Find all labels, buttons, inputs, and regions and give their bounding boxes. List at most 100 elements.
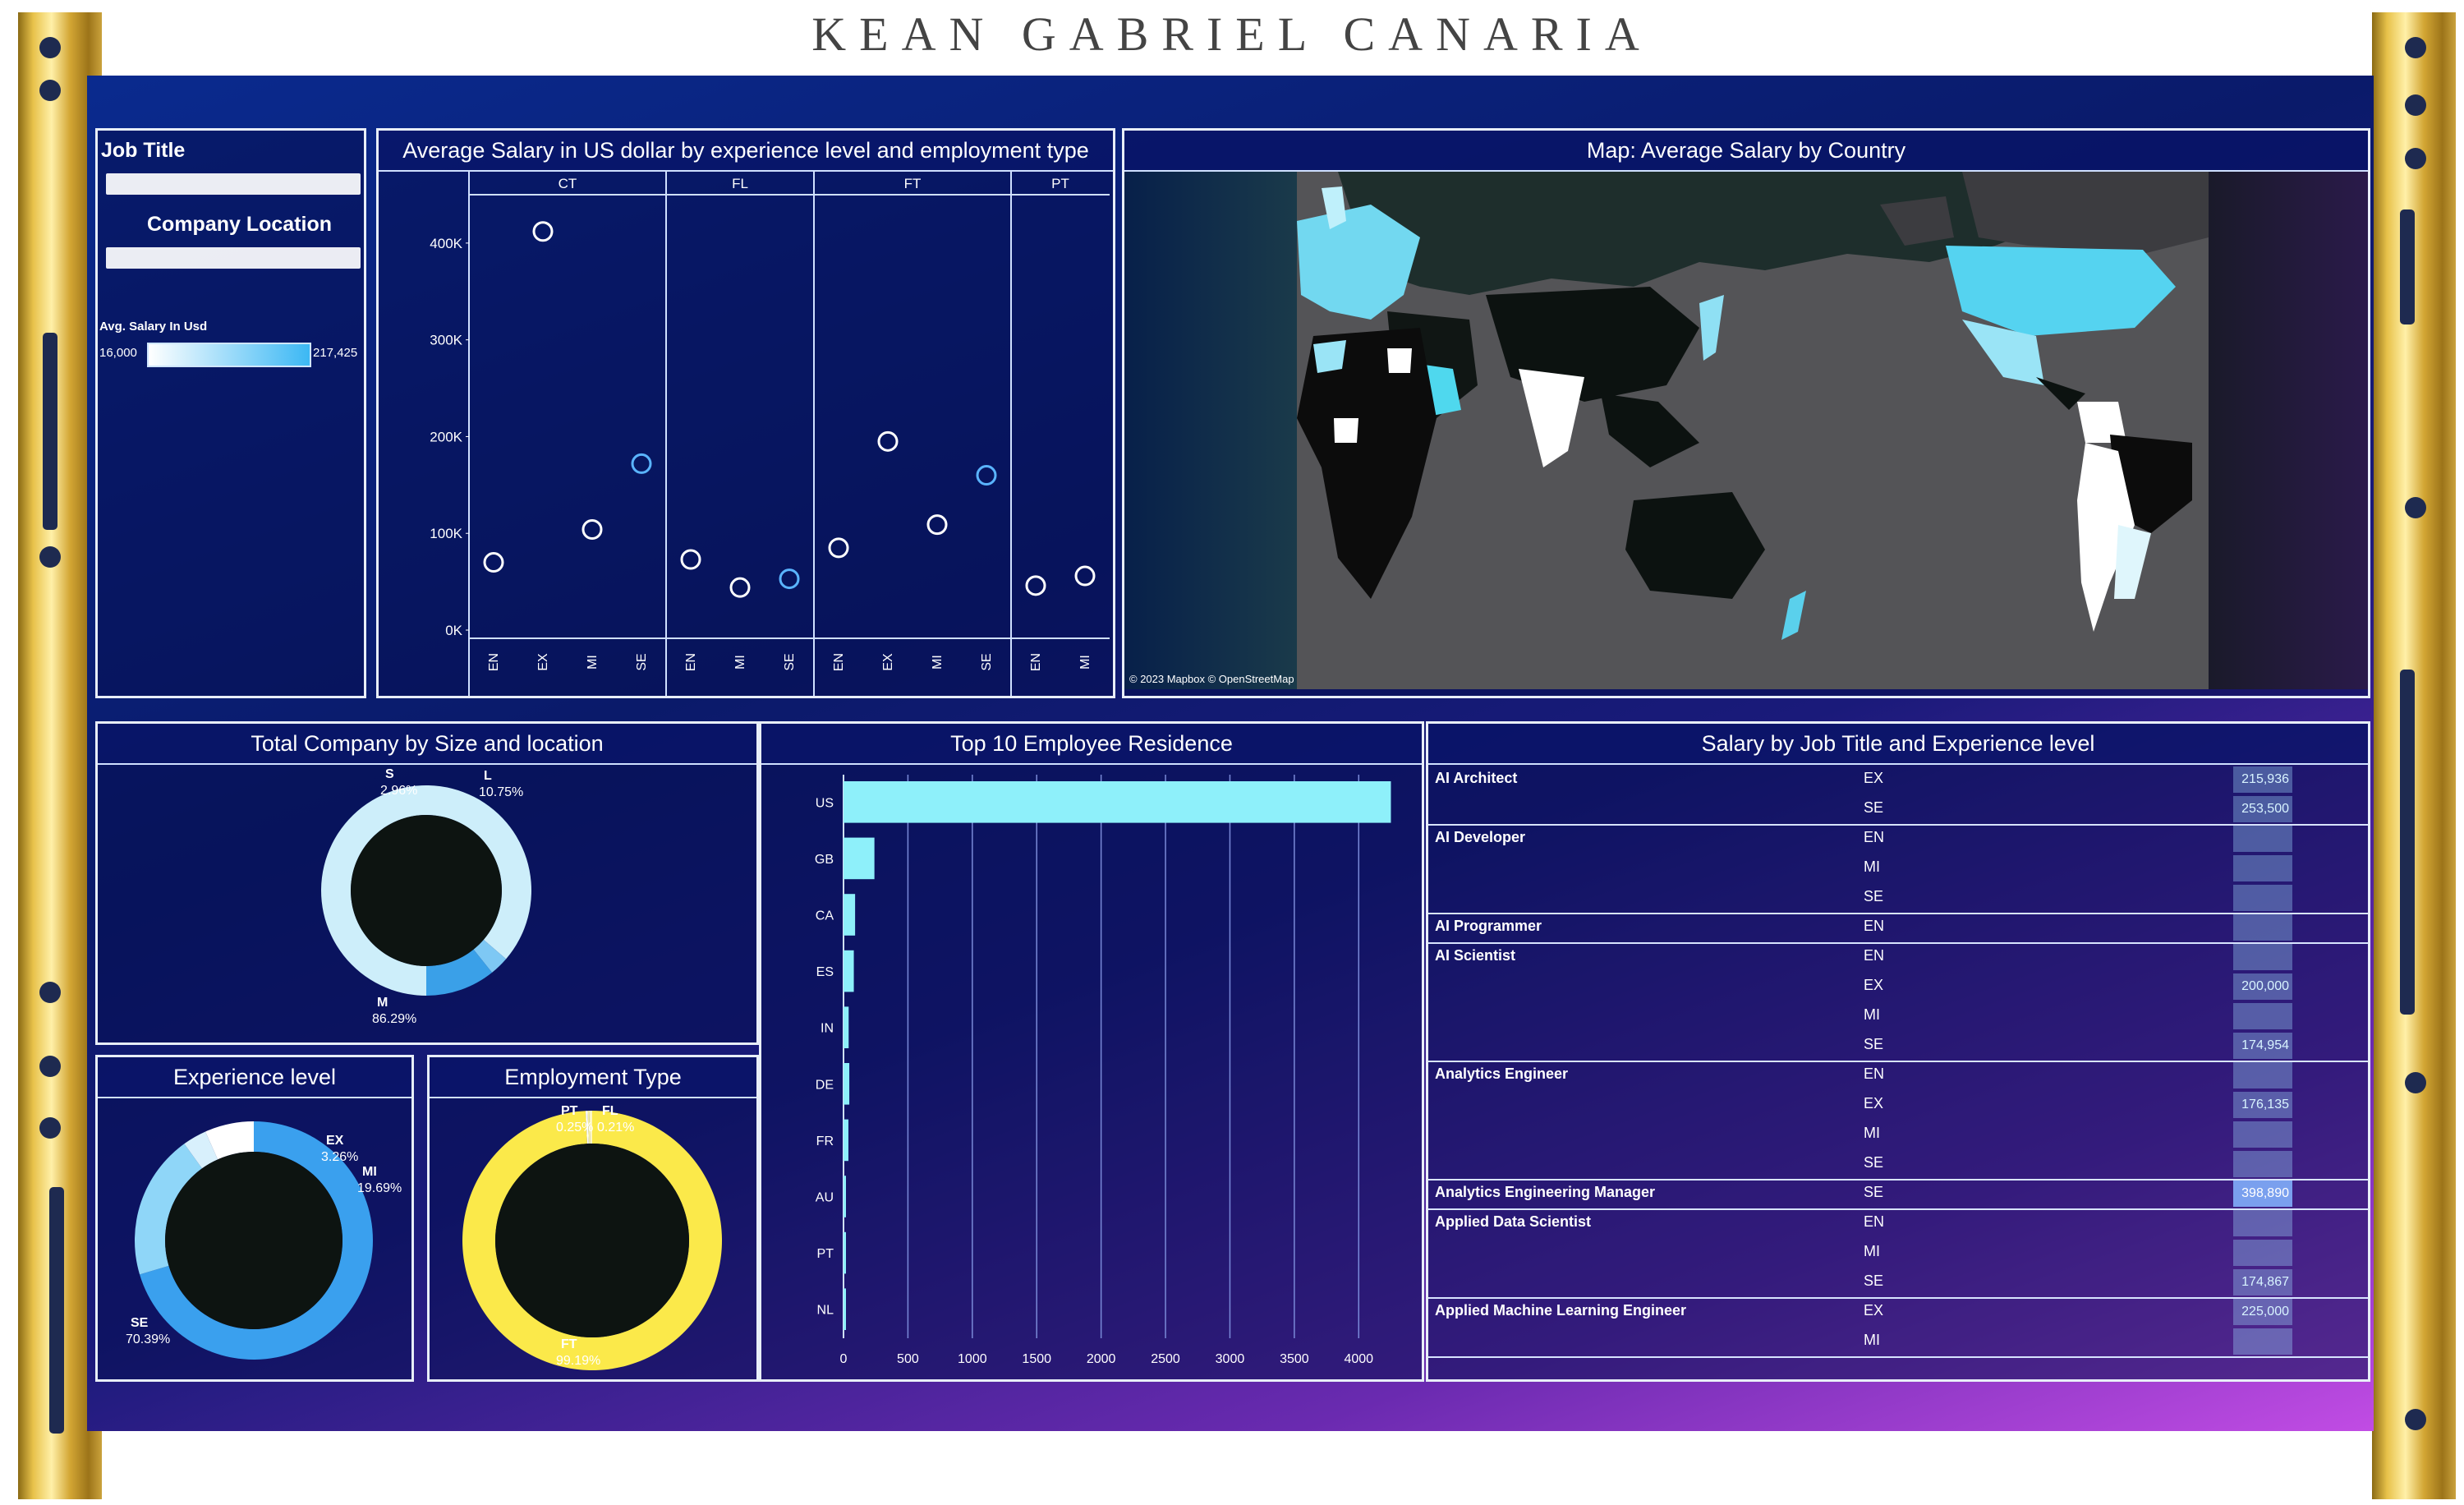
x-tick-label: EX	[536, 653, 550, 671]
experience-level-cell: EX	[1864, 1095, 1884, 1111]
x-tick-label: 0	[840, 1352, 848, 1366]
bar-pt	[844, 1231, 846, 1274]
donut-label-l: L	[484, 769, 492, 783]
employment-panel: Employment Type FT 99.19% PT 0.25% FL 0.21%	[427, 1055, 759, 1382]
x-tick-label: MI	[733, 655, 747, 670]
job-title-label: Job Title	[101, 139, 186, 162]
color-legend-bar	[147, 343, 311, 367]
donut-pct-mi: 19.69%	[357, 1181, 402, 1195]
bar-de	[844, 1063, 850, 1105]
x-tick-label: MI	[931, 655, 945, 670]
employment-donut: FT 99.19% PT 0.25% FL 0.21%	[462, 1104, 722, 1370]
group-label-ct: CT	[559, 176, 577, 191]
category-label: AU	[816, 1191, 834, 1205]
job-title-cell: AI Architect	[1435, 770, 1518, 786]
x-tick-label: EN	[487, 653, 501, 671]
y-tick-label: 400K	[430, 236, 462, 251]
experience-level-cell: SE	[1864, 799, 1884, 816]
dashboard-board: Job Title Company Location Avg. Salary I…	[87, 76, 2374, 1431]
bar-es	[844, 950, 854, 992]
experience-level-cell: EX	[1864, 770, 1884, 786]
x-tick-label: SE	[783, 653, 797, 670]
salary-value-cell	[2233, 1240, 2292, 1266]
salary-value-cell: 253,500	[2233, 796, 2292, 822]
donut-label-fl: FL	[602, 1104, 618, 1118]
scatter-point	[680, 549, 701, 570]
x-tick-label: EN	[684, 653, 698, 671]
scatter-point	[828, 537, 849, 559]
category-label: NL	[817, 1304, 834, 1318]
experience-level-cell: EN	[1864, 829, 1885, 845]
category-label: GB	[815, 853, 834, 867]
x-tick-label: 4000	[1344, 1352, 1373, 1366]
salary-value-cell: 174,867	[2233, 1269, 2292, 1296]
donut-label-mi: MI	[362, 1165, 377, 1179]
category-label: ES	[816, 965, 834, 979]
residence-bar-chart: 0 500 1000 1500 2000 2500 3000 3500 4000 US GB CA ES…	[815, 775, 1391, 1366]
salary-value-cell	[2233, 944, 2292, 970]
donut-pct-ex: 3.26%	[321, 1150, 358, 1164]
company-location-filter[interactable]	[106, 247, 361, 269]
salary-value-cell	[2233, 914, 2292, 941]
world-map[interactable]: © 2023 Mapbox © OpenStreetMap	[1124, 172, 2368, 689]
y-tick-label: 0K	[445, 623, 462, 638]
salary-value-cell: 176,135	[2233, 1092, 2292, 1118]
scatter-point	[582, 519, 603, 541]
scatter-point	[729, 577, 751, 598]
donut-hole	[165, 1152, 342, 1329]
y-tick-label: 100K	[430, 526, 462, 541]
bar-in	[844, 1006, 849, 1048]
experience-level-cell: EN	[1864, 1213, 1885, 1230]
experience-level-cell: MI	[1864, 1332, 1880, 1348]
donut-pct-m: 86.29%	[372, 1012, 416, 1026]
salary-value-cell: 174,954	[2233, 1033, 2292, 1059]
x-tick-label: 1000	[958, 1352, 987, 1366]
legend-min: 16,000	[99, 346, 137, 360]
x-tick-label: 2500	[1151, 1352, 1180, 1366]
experience-level-cell: EN	[1864, 1065, 1885, 1082]
x-tick-label: EN	[832, 653, 846, 671]
x-tick-label: 2000	[1087, 1352, 1116, 1366]
donut-pct-fl: 0.21%	[597, 1121, 634, 1135]
bar-au	[844, 1176, 846, 1217]
donut-label-se: SE	[131, 1316, 149, 1330]
salary-value-cell	[2233, 1121, 2292, 1148]
category-label: DE	[816, 1078, 834, 1092]
salary-value-cell	[2233, 826, 2292, 852]
table-group: AI Scientist EN EX 200,000 MI SE 174,954	[1428, 942, 2368, 1062]
bar-gb	[844, 837, 875, 880]
salary-value-cell	[2233, 885, 2292, 911]
category-label: FR	[816, 1135, 834, 1148]
x-tick-label: 3000	[1216, 1352, 1245, 1366]
map-region-nigeria	[1334, 418, 1358, 443]
salary-value-cell	[2233, 855, 2292, 881]
bar-ca	[844, 894, 856, 936]
table-group: AI Architect EX 215,936 SE 253,500	[1428, 765, 2368, 826]
map-panel: Map: Average Salary by Country © 2023 Ma…	[1122, 128, 2370, 698]
scatter-point	[1025, 575, 1046, 596]
table-group: Analytics Engineering Manager SE 398,890	[1428, 1179, 2368, 1210]
x-tick-label: 3500	[1280, 1352, 1309, 1366]
donut-label-pt: PT	[561, 1104, 578, 1118]
category-label: US	[816, 796, 834, 810]
donut-hole	[495, 1144, 689, 1337]
scatter-point	[877, 430, 899, 452]
scatter-title: Average Salary in US dollar by experienc…	[379, 131, 1113, 172]
job-title-cell: Applied Machine Learning Engineer	[1435, 1302, 1687, 1319]
residence-panel: Top 10 Employee Residence 0 500 1000 1500 20…	[759, 721, 1424, 1382]
scatter-chart: 400K 300K 200K 100K 0K CT EN EX MI SE FL EN MI SE FT EN…	[430, 170, 1110, 696]
job-title-filter[interactable]	[106, 173, 361, 195]
table-group: Analytics Engineer EN EX 176,135 MI SE	[1428, 1061, 2368, 1181]
scatter-point	[483, 552, 504, 573]
table-group: AI Developer EN MI SE	[1428, 824, 2368, 914]
employment-title: Employment Type	[430, 1057, 756, 1098]
x-tick-label: EN	[1029, 653, 1043, 671]
group-label-pt: PT	[1051, 176, 1069, 191]
experience-title: Experience level	[98, 1057, 411, 1098]
donut-label-ex: EX	[326, 1134, 344, 1148]
experience-panel: Experience level SE 70.39% MI 19.69% EX 3.26%	[95, 1055, 414, 1382]
donut-label-ft: FT	[561, 1337, 577, 1351]
bar-fr	[844, 1119, 848, 1162]
table-group: Applied Machine Learning Engineer EX 225,0…	[1428, 1297, 2368, 1358]
y-tick-label: 300K	[430, 333, 462, 348]
